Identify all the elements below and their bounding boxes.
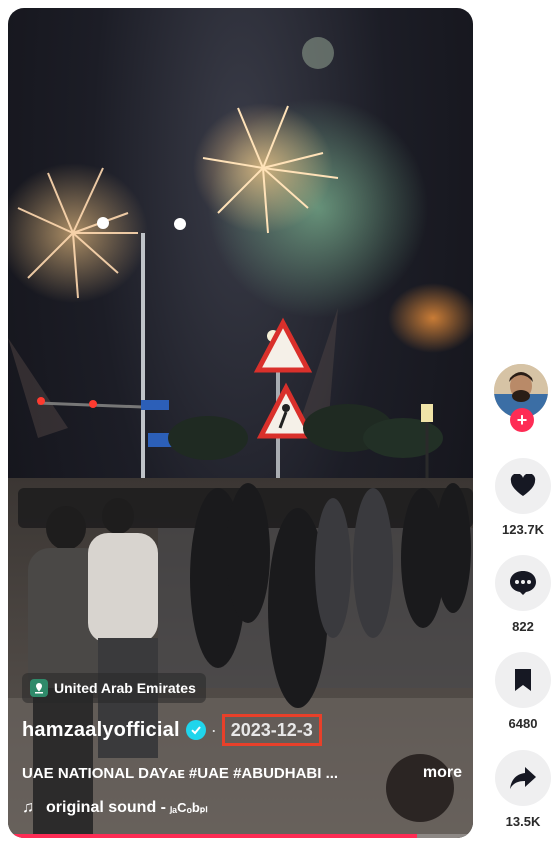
comment-action: 822 bbox=[494, 555, 552, 634]
save-count: 6480 bbox=[508, 716, 538, 731]
sound-label: original sound - bbox=[46, 799, 166, 816]
more-button[interactable]: more bbox=[423, 764, 462, 782]
location-pin-icon bbox=[30, 679, 48, 697]
video-description: UAE NATIONAL DAYᴀᴇ #UAE #ABUDHABI ... bbox=[22, 764, 339, 782]
share-action: 13.5K bbox=[494, 750, 552, 829]
post-date: 2023-12-3 bbox=[221, 714, 322, 746]
location-tag[interactable]: United Arab Emirates bbox=[22, 673, 206, 703]
music-note-icon: ♫ bbox=[22, 799, 34, 816]
author-avatar-button[interactable]: + bbox=[494, 364, 552, 432]
video-player[interactable]: United Arab Emirates hamzaalyofficial · … bbox=[8, 8, 473, 838]
like-count: 123.7K bbox=[502, 522, 544, 537]
save-action: 6480 bbox=[494, 652, 552, 731]
heart-icon bbox=[510, 474, 536, 496]
author-row: hamzaalyofficial · 2023-12-3 bbox=[22, 714, 322, 746]
bookmark-icon bbox=[515, 669, 531, 691]
comment-button[interactable] bbox=[495, 555, 551, 611]
share-arrow-icon bbox=[510, 767, 536, 789]
like-action: 123.7K bbox=[494, 458, 552, 537]
share-button[interactable] bbox=[495, 750, 551, 806]
separator-dot: · bbox=[210, 719, 217, 740]
author-username[interactable]: hamzaalyofficial bbox=[22, 719, 180, 742]
comment-bubble-icon bbox=[510, 571, 536, 595]
save-button[interactable] bbox=[495, 652, 551, 708]
video-progress-bar[interactable] bbox=[8, 834, 473, 838]
sound-link[interactable]: ♫ original sound - ⱼₐCₒbₚₗ bbox=[22, 796, 208, 820]
description-row: UAE NATIONAL DAYᴀᴇ #UAE #ABUDHABI ... mo… bbox=[22, 760, 462, 786]
sound-artist: ⱼₐCₒbₚₗ bbox=[170, 800, 208, 815]
video-progress-fill bbox=[8, 834, 418, 838]
verified-badge-icon bbox=[185, 720, 206, 740]
share-count: 13.5K bbox=[505, 814, 541, 829]
like-button[interactable] bbox=[495, 458, 551, 514]
location-label: United Arab Emirates bbox=[54, 680, 196, 696]
follow-plus-icon[interactable]: + bbox=[510, 408, 534, 432]
comment-count: 822 bbox=[512, 619, 534, 634]
